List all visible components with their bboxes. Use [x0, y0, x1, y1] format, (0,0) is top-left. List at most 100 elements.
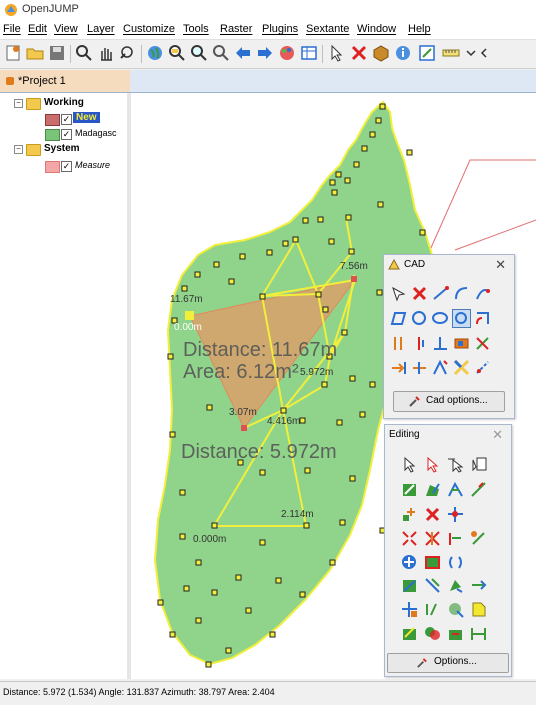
collapse-icon[interactable]: −	[14, 99, 23, 108]
cut-polygon-icon[interactable]	[401, 625, 418, 642]
extend-line-icon[interactable]	[470, 625, 487, 642]
convex-hull-icon[interactable]	[447, 577, 464, 594]
zoom-full-globe-icon[interactable]	[146, 44, 164, 62]
cad-extend-icon[interactable]	[390, 359, 407, 376]
cad-arc-icon[interactable]	[453, 285, 470, 302]
category-system[interactable]: − System	[0, 143, 127, 157]
layer-visibility-checkbox[interactable]: ✓	[61, 114, 72, 125]
draw-linestring-icon[interactable]	[447, 481, 464, 498]
back-arrow-icon[interactable]	[234, 44, 252, 62]
snap-vertex-icon[interactable]	[447, 530, 464, 547]
zoom-previous-icon[interactable]	[119, 44, 137, 62]
layer-new[interactable]: ✓ New	[0, 112, 127, 126]
new-project-icon[interactable]	[4, 44, 22, 62]
rotate-arrows-icon[interactable]	[447, 554, 464, 571]
cad-circle-icon[interactable]	[411, 310, 428, 327]
close-icon[interactable]: ✕	[492, 427, 503, 443]
zoom-selected-icon[interactable]	[168, 44, 186, 62]
menu-file[interactable]: File	[3, 23, 21, 35]
zoom-layer-icon[interactable]	[190, 44, 208, 62]
forward-arrow-icon[interactable]	[256, 44, 274, 62]
cad-parallel-icon[interactable]	[390, 335, 407, 352]
cad-ellipse-icon[interactable]	[432, 310, 449, 327]
feature-info-icon[interactable]	[372, 44, 390, 62]
editing-options-button[interactable]: Options...	[387, 653, 509, 673]
delete-vertex-icon[interactable]	[424, 506, 441, 523]
simplify-icon[interactable]	[424, 601, 441, 618]
menu-edit[interactable]: Edit	[28, 23, 47, 35]
cad-measure-icon[interactable]	[474, 359, 491, 376]
category-working[interactable]: − Working	[0, 97, 127, 111]
cad-options-button[interactable]: Cad options...	[393, 391, 505, 412]
zoom-icon[interactable]	[75, 44, 93, 62]
scale-icon[interactable]	[424, 577, 441, 594]
move-icon[interactable]	[447, 506, 464, 523]
note-icon[interactable]	[470, 601, 487, 618]
edit-toolbox-icon[interactable]	[418, 44, 436, 62]
menu-plugins[interactable]: Plugins	[262, 23, 298, 35]
draw-polygon-icon[interactable]	[424, 481, 441, 498]
editing-palette-titlebar[interactable]: Editing ✕	[385, 425, 511, 443]
fill-polygon-icon[interactable]	[424, 554, 441, 571]
menu-layer[interactable]: Layer	[87, 23, 115, 35]
menu-customize[interactable]: Customize	[123, 23, 175, 35]
rotate-features-icon[interactable]	[470, 530, 487, 547]
draw-point-icon[interactable]	[401, 506, 418, 523]
collapse-icon[interactable]: −	[14, 145, 23, 154]
close-icon[interactable]: ✕	[495, 257, 506, 273]
cad-parallelogram-icon[interactable]	[390, 310, 407, 327]
cad-delete-icon[interactable]	[411, 285, 428, 302]
save-icon[interactable]	[48, 44, 66, 62]
info-icon[interactable]	[394, 44, 412, 62]
buffer-icon[interactable]	[447, 601, 464, 618]
menu-raster[interactable]: Raster	[220, 23, 252, 35]
cad-rectangle-icon[interactable]	[453, 335, 470, 352]
select-arrow-icon[interactable]	[328, 44, 346, 62]
select-features-icon[interactable]	[401, 456, 418, 473]
delete-feature-icon[interactable]	[350, 44, 368, 62]
attribute-table-icon[interactable]	[300, 44, 318, 62]
zoom-fence-icon[interactable]	[212, 44, 230, 62]
layer-madagascar[interactable]: ✓ Madagasc	[0, 127, 127, 141]
cad-perpendicular-icon[interactable]	[432, 335, 449, 352]
split-features-icon[interactable]	[401, 530, 418, 547]
measure-ruler-icon[interactable]	[442, 44, 460, 62]
tab-project-1[interactable]: *Project 1	[0, 70, 130, 92]
select-linestrings-icon[interactable]	[447, 456, 464, 473]
menu-view[interactable]: View	[54, 23, 78, 35]
cad-split-icon[interactable]	[474, 335, 491, 352]
cad-palette-titlebar[interactable]: CAD ✕	[384, 255, 514, 273]
reverse-line-icon[interactable]	[470, 577, 487, 594]
draw-rectangle-icon[interactable]	[401, 481, 418, 498]
cad-curve-icon[interactable]	[474, 285, 491, 302]
cad-mirror-icon[interactable]	[453, 359, 470, 376]
auto-complete-icon[interactable]	[401, 601, 418, 618]
palette-icon[interactable]	[278, 44, 296, 62]
draw-line-icon[interactable]	[470, 481, 487, 498]
menu-sextante[interactable]: Sextante	[306, 23, 349, 35]
select-parts-icon[interactable]	[424, 456, 441, 473]
union-icon[interactable]	[424, 625, 441, 642]
more-tools-icon[interactable]	[478, 44, 496, 62]
cad-arrow-icon[interactable]	[390, 285, 407, 302]
merge-features-icon[interactable]	[424, 530, 441, 547]
cad-trim-icon[interactable]	[411, 359, 428, 376]
layer-visibility-checkbox[interactable]: ✓	[61, 129, 72, 140]
cad-offset-icon[interactable]	[411, 335, 428, 352]
distance-label: 2.114m	[281, 509, 314, 520]
cad-line-icon[interactable]	[432, 285, 449, 302]
layer-measure[interactable]: ✓ Measure	[0, 159, 127, 173]
move-vertex-icon[interactable]	[401, 554, 418, 571]
cad-circle-select-icon[interactable]	[452, 309, 471, 328]
menu-tools[interactable]: Tools	[183, 23, 209, 35]
layer-visibility-checkbox[interactable]: ✓	[61, 161, 72, 172]
menu-help[interactable]: Help	[408, 23, 431, 35]
edit-polygon-icon[interactable]	[447, 625, 464, 642]
select-table-icon[interactable]	[470, 456, 487, 473]
open-folder-icon[interactable]	[26, 44, 44, 62]
menu-window[interactable]: Window	[357, 23, 396, 35]
pan-hand-icon[interactable]	[97, 44, 115, 62]
cad-fillet-icon[interactable]	[432, 359, 449, 376]
resize-icon[interactable]	[401, 577, 418, 594]
cad-box-arc-icon[interactable]	[474, 310, 491, 327]
